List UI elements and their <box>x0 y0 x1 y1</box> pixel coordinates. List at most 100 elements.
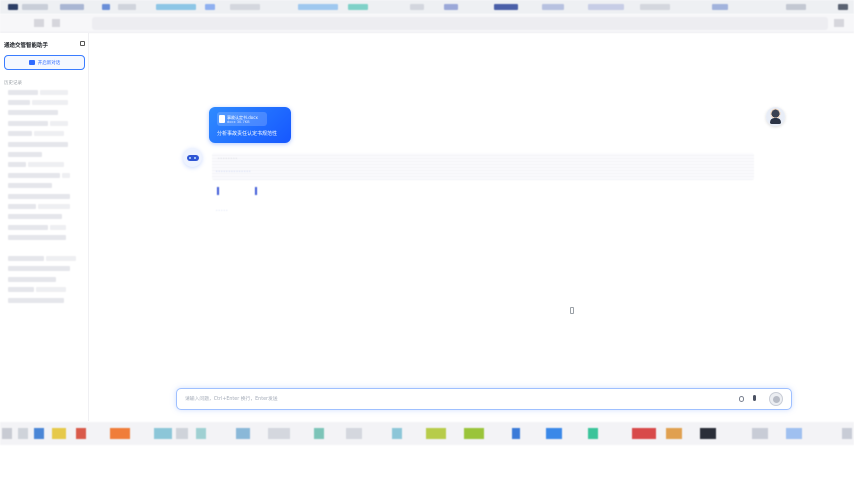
history-item[interactable] <box>0 212 89 222</box>
history-item[interactable] <box>0 149 89 159</box>
paperclip-icon[interactable] <box>739 396 744 402</box>
assistant-response-block <box>212 153 754 180</box>
loading-indicator <box>255 187 257 195</box>
taskbar-app[interactable] <box>314 428 324 439</box>
history-item[interactable] <box>0 243 89 253</box>
taskbar-app[interactable] <box>512 428 520 439</box>
taskbar-app[interactable] <box>546 428 562 439</box>
history-item[interactable] <box>0 160 89 170</box>
tab[interactable] <box>298 4 338 10</box>
tray-icon[interactable] <box>842 428 852 439</box>
history-item[interactable] <box>0 253 89 263</box>
history-item[interactable] <box>0 97 89 107</box>
taskbar-app[interactable] <box>2 428 12 439</box>
history-item[interactable] <box>0 139 89 149</box>
history-label: 历史记录 <box>4 81 22 86</box>
taskbar-app[interactable] <box>154 428 172 439</box>
send-icon <box>772 395 780 403</box>
assistant-response-text: · · · · · · · · · · · · · · <box>216 169 251 174</box>
send-button[interactable] <box>769 392 783 406</box>
tab[interactable] <box>712 4 728 10</box>
sidebar-title: 通途交管智能助手 <box>4 43 49 49</box>
taskbar-app[interactable] <box>700 428 716 439</box>
taskbar-app[interactable] <box>52 428 66 439</box>
user-message-bubble: 事故认定书.docx docx 30.7KB 分析事故责任认定书规范性 <box>209 107 291 143</box>
taskbar-app[interactable] <box>426 428 446 439</box>
sidebar: 通途交管智能助手 开启新对话 历史记录 <box>0 33 89 421</box>
taskbar-app[interactable] <box>632 428 656 439</box>
taskbar-app[interactable] <box>196 428 206 439</box>
taskbar-app[interactable] <box>34 428 44 439</box>
assistant-response-text: · · · · · <box>216 208 228 213</box>
tab[interactable] <box>494 4 518 10</box>
tray-icon[interactable] <box>786 428 802 439</box>
history-item[interactable] <box>0 295 89 305</box>
tray-icon[interactable] <box>752 428 768 439</box>
history-item[interactable] <box>0 118 89 128</box>
browser-address-bar <box>0 14 854 33</box>
history-item[interactable] <box>0 87 89 97</box>
tab[interactable] <box>22 4 48 10</box>
history-item[interactable] <box>0 129 89 139</box>
taskbar-app[interactable] <box>76 428 86 439</box>
sidebar-collapse-icon[interactable] <box>80 41 85 46</box>
document-icon <box>219 115 225 123</box>
user-message-text: 分析事故责任认定书规范性 <box>217 131 278 137</box>
reload-icon[interactable] <box>52 19 60 27</box>
chat-icon <box>28 60 35 65</box>
loading-indicator <box>217 187 219 195</box>
taskbar-app[interactable] <box>464 428 484 439</box>
tab[interactable] <box>348 4 368 10</box>
tab[interactable] <box>118 4 136 10</box>
history-item[interactable] <box>0 274 89 284</box>
menu-icon[interactable] <box>834 19 844 27</box>
new-chat-label: 开启新对话 <box>37 60 61 66</box>
taskbar-app[interactable] <box>392 428 402 439</box>
tab[interactable] <box>444 4 458 10</box>
tab[interactable] <box>102 4 110 10</box>
tab-favicon[interactable] <box>8 4 18 10</box>
attached-file-chip[interactable]: 事故认定书.docx docx 30.7KB <box>217 112 267 126</box>
microphone-icon[interactable] <box>753 395 756 401</box>
history-list <box>0 87 89 305</box>
history-item[interactable] <box>0 232 89 242</box>
history-item[interactable] <box>0 108 89 118</box>
taskbar-app[interactable] <box>236 428 250 439</box>
taskbar-app[interactable] <box>110 428 130 439</box>
history-item[interactable] <box>0 191 89 201</box>
window-control[interactable] <box>838 4 848 10</box>
tab[interactable] <box>542 4 564 10</box>
taskbar-app[interactable] <box>588 428 598 439</box>
new-chat-button[interactable]: 开启新对话 <box>4 55 85 70</box>
url-field[interactable] <box>92 17 828 30</box>
history-item[interactable] <box>0 181 89 191</box>
taskbar-app[interactable] <box>268 428 290 439</box>
tab[interactable] <box>156 4 196 10</box>
history-item[interactable] <box>0 264 89 274</box>
tab[interactable] <box>410 4 424 10</box>
chat-input[interactable] <box>185 393 725 405</box>
tab[interactable] <box>205 4 215 10</box>
assistant-response-text: · · · · · · · · <box>218 156 238 161</box>
history-item[interactable] <box>0 201 89 211</box>
tab[interactable] <box>640 4 670 10</box>
browser-tab-strip <box>0 0 854 14</box>
file-size: docx 30.7KB <box>227 119 250 124</box>
taskbar-app[interactable] <box>176 428 188 439</box>
chat-composer <box>176 388 792 410</box>
tab[interactable] <box>786 4 806 10</box>
back-icon[interactable] <box>34 19 44 27</box>
taskbar-app[interactable] <box>666 428 682 439</box>
tab[interactable] <box>588 4 624 10</box>
tab[interactable] <box>230 4 260 10</box>
tab[interactable] <box>60 4 84 10</box>
taskbar-app[interactable] <box>346 428 362 439</box>
history-item[interactable] <box>0 170 89 180</box>
mouse-cursor <box>570 307 574 314</box>
user-avatar <box>766 107 785 126</box>
os-taskbar <box>0 422 854 445</box>
history-item[interactable] <box>0 222 89 232</box>
taskbar-app[interactable] <box>18 428 28 439</box>
history-item[interactable] <box>0 284 89 294</box>
robot-icon <box>186 154 199 161</box>
